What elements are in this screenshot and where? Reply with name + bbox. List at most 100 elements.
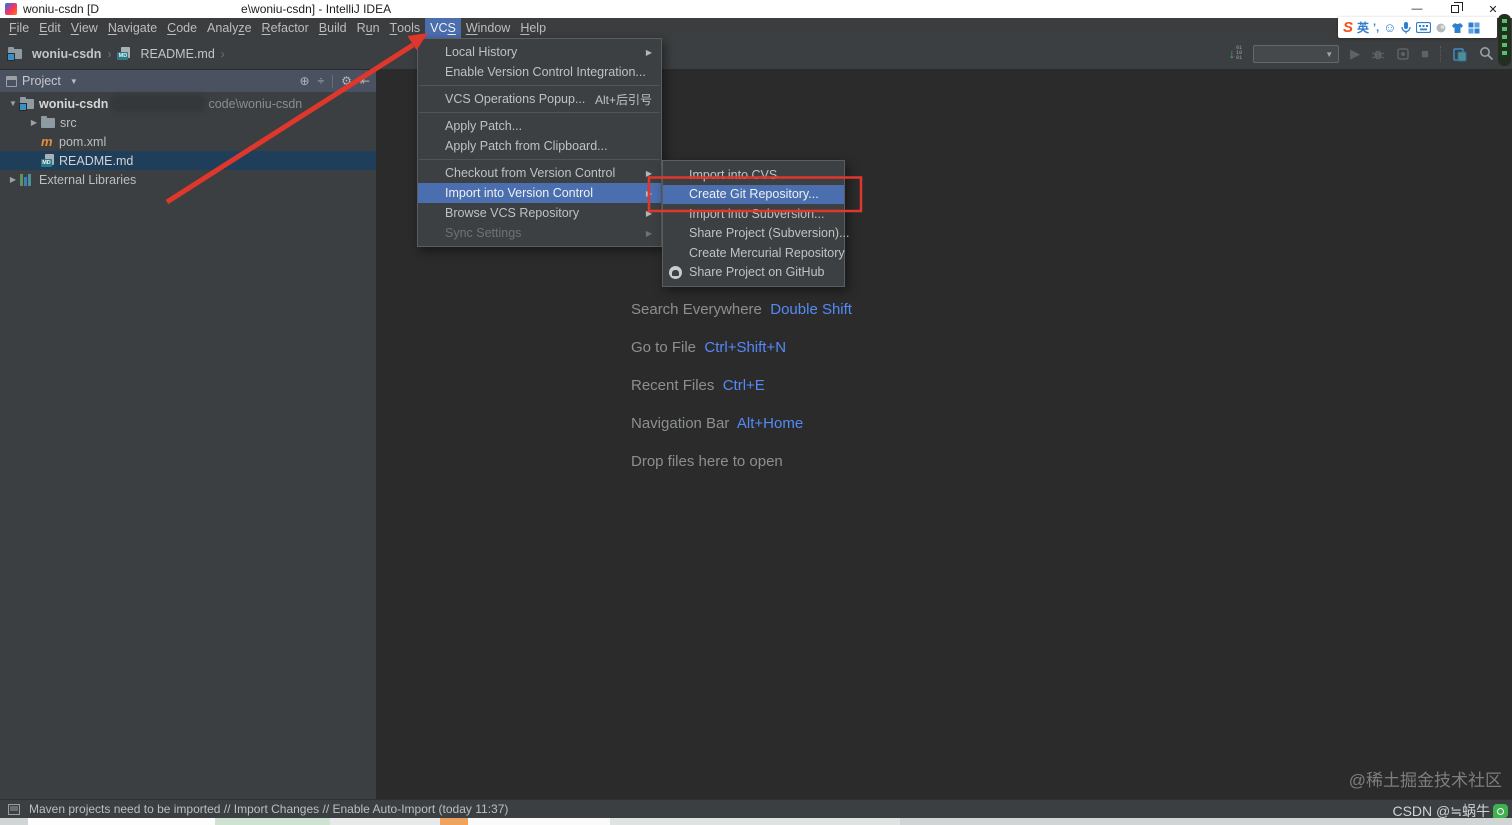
project-panel-title[interactable]: Project	[22, 74, 61, 88]
expand-caret-icon[interactable]: ▶	[6, 175, 20, 184]
menu-item-import-into-vcs[interactable]: Import into Version Control ▶	[418, 183, 661, 203]
menu-item-sync-settings: Sync Settings ▶	[445, 226, 652, 240]
tree-row-external-libraries[interactable]: ▶ External Libraries	[0, 170, 376, 189]
menu-run[interactable]: Run	[352, 18, 385, 38]
menu-separator	[419, 159, 660, 160]
expand-caret-icon[interactable]: ▶	[27, 118, 41, 127]
tree-row-pom[interactable]: m pom.xml	[0, 132, 376, 151]
debug-button[interactable]	[1371, 47, 1385, 61]
menu-item-share-project-on-github[interactable]: Share Project on GitHub	[663, 263, 844, 283]
menu-refactor[interactable]: Refactor	[257, 18, 314, 38]
markdown-file-icon: MD	[41, 154, 54, 167]
paste-icon[interactable]	[1452, 46, 1468, 62]
menu-build[interactable]: Build	[314, 18, 352, 38]
run-button[interactable]: ▶	[1350, 46, 1360, 62]
collapse-all-icon[interactable]: ÷	[318, 74, 325, 88]
sogou-status-capsule[interactable]	[1498, 14, 1511, 66]
project-panel-header: Project ▼ ⊕ ÷ ⚙ ⇤	[0, 70, 376, 92]
update-project-icon[interactable]: ↓ 01 10 01	[1229, 46, 1243, 62]
coverage-button[interactable]	[1396, 47, 1410, 61]
tool-window-switcher-icon[interactable]	[8, 803, 20, 815]
stop-button[interactable]: ■	[1421, 46, 1429, 61]
taskbar-segment	[28, 818, 215, 825]
gear-icon[interactable]: ⚙	[341, 74, 352, 88]
sogou-logo-icon[interactable]: S	[1343, 19, 1353, 36]
menu-edit[interactable]: Edit	[34, 18, 66, 38]
status-message[interactable]: Maven projects need to be imported // Im…	[29, 802, 508, 816]
hide-panel-icon[interactable]: ⇤	[360, 74, 370, 88]
search-everywhere-icon[interactable]	[1479, 46, 1494, 61]
menu-item-create-git-repository[interactable]: Create Git Repository...	[663, 184, 844, 204]
hand-tool-icon[interactable]	[1435, 22, 1447, 34]
blurred-path-region	[99, 2, 241, 16]
run-configuration-select[interactable]: ▼	[1253, 44, 1340, 63]
menu-file[interactable]: File	[4, 18, 34, 38]
language-mode-button[interactable]: 英	[1357, 19, 1369, 36]
toolbox-grid-icon[interactable]	[1468, 22, 1480, 34]
microphone-icon[interactable]	[1400, 21, 1412, 34]
menu-item-vcs-operations-popup[interactable]: VCS Operations Popup... Alt+后引号	[418, 89, 661, 109]
drop-files-hint: Drop files here to open	[631, 453, 783, 470]
keyboard-icon[interactable]	[1416, 22, 1432, 33]
locate-file-icon[interactable]: ⊕	[300, 74, 310, 88]
empty-editor-shortcuts: Search Everywhere Double Shift Go to Fil…	[631, 301, 852, 491]
menu-item-enable-vcs-integration[interactable]: Enable Version Control Integration...	[418, 62, 661, 82]
juejin-watermark: @稀土掘金技术社区	[1348, 771, 1502, 790]
taskbar-segment	[468, 818, 610, 825]
menu-tools[interactable]: Tools	[385, 18, 426, 38]
menu-item-local-history[interactable]: Local History ▶	[418, 42, 661, 62]
taskbar-segment	[610, 818, 900, 825]
shortcut-hint: Search Everywhere Double Shift	[631, 301, 852, 318]
breadcrumb-project[interactable]: woniu-csdn	[7, 46, 101, 61]
sogou-ime-bar: S 英 ’, ☺	[1338, 17, 1497, 38]
window-title: woniu-csdn [D	[23, 2, 100, 16]
toolbar-separator	[1440, 45, 1441, 62]
maven-file-icon: m	[41, 134, 53, 149]
menu-item-import-into-cvs[interactable]: Import into CVS	[663, 165, 844, 185]
menu-item-apply-patch-from-clipboard[interactable]: Apply Patch from Clipboard...	[418, 136, 661, 156]
chevron-right-icon: ›	[107, 46, 112, 61]
breadcrumb-file[interactable]: MD README.md	[117, 47, 215, 61]
menu-view[interactable]: View	[66, 18, 103, 38]
skin-shirt-icon[interactable]	[1451, 22, 1464, 34]
vcs-menu-dropdown: Local History ▶ Enable Version Control In…	[417, 38, 662, 247]
taskbar-segment	[330, 818, 440, 825]
emoji-button[interactable]: ☺	[1383, 20, 1396, 35]
menu-vcs[interactable]: VC S	[425, 18, 461, 38]
menu-item-create-mercurial-repository[interactable]: Create Mercurial Repository	[663, 243, 845, 263]
shortcut-hint: Alt+后引号	[594, 92, 652, 107]
project-view-icon	[6, 75, 17, 87]
minimize-button[interactable]: —	[1398, 0, 1436, 18]
menu-window[interactable]: Window	[461, 18, 515, 38]
submenu-arrow-icon: ▶	[645, 47, 652, 57]
tree-row-readme[interactable]: MD README.md	[0, 151, 376, 170]
expand-caret-icon[interactable]: ▼	[6, 99, 20, 108]
tree-row-project-root[interactable]: ▼ woniu-csdn code\woniu-csdn	[0, 94, 376, 113]
navigation-bar: woniu-csdn › MD README.md › ↓ 01 10 01 ▼	[0, 38, 1512, 70]
taskbar-segment	[215, 818, 330, 825]
taskbar-sliver	[0, 818, 1512, 825]
menu-separator	[419, 112, 660, 113]
menu-item-import-into-subversion[interactable]: Import into Subversion...	[663, 204, 844, 224]
restore-button[interactable]	[1436, 0, 1474, 18]
menu-analyze[interactable]: Analy z e	[202, 18, 256, 38]
menu-item-checkout-from-vcs[interactable]: Checkout from Version Control ▶	[418, 163, 661, 183]
taskbar-segment	[440, 818, 468, 825]
menu-bar: File Edit View Navigate Code Analy z e Ref…	[0, 18, 1512, 38]
chevron-down-icon[interactable]: ▼	[70, 77, 78, 86]
menu-navigate[interactable]: Navigate	[103, 18, 162, 38]
menu-code[interactable]: Code	[162, 18, 202, 38]
submenu-arrow-icon: ▶	[645, 188, 652, 198]
project-tool-window: Project ▼ ⊕ ÷ ⚙ ⇤ ▼ woniu-csdn code\woni…	[0, 70, 377, 799]
menu-help[interactable]: Help	[515, 18, 551, 38]
menu-item-apply-patch[interactable]: Apply Patch...	[418, 116, 661, 136]
chevron-right-icon: ›	[220, 46, 225, 61]
menu-separator	[419, 85, 660, 86]
intellij-logo-icon	[5, 3, 17, 15]
punctuation-mode-button[interactable]: ’,	[1373, 22, 1379, 34]
tree-row-src[interactable]: ▶ src	[0, 113, 376, 132]
menu-item-browse-vcs-repository[interactable]: Browse VCS Repository ▶	[418, 203, 661, 223]
status-bar: Maven projects need to be imported // Im…	[0, 799, 1512, 819]
shortcut-hint: Navigation Bar Alt+Home	[631, 415, 804, 432]
menu-item-share-project-subversion[interactable]: Share Project (Subversion)...	[663, 224, 850, 244]
